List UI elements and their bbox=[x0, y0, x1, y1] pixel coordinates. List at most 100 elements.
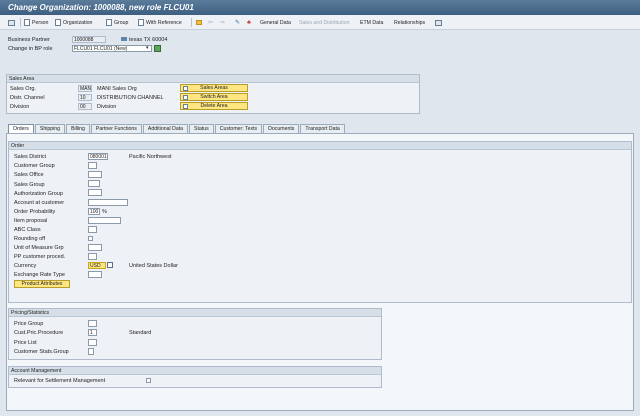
wand-icon: ✎ bbox=[235, 20, 241, 26]
sales-office-label: Sales Office bbox=[14, 172, 44, 178]
pricing-header: Pricing/Statistics bbox=[9, 309, 381, 317]
uom-grp-field[interactable] bbox=[88, 244, 102, 251]
bp-number-field[interactable]: 1000088 bbox=[72, 36, 106, 43]
product-attributes-button[interactable]: Product Attributes bbox=[14, 280, 70, 288]
distr-channel-desc: DISTRIBUTION CHANNEL bbox=[97, 95, 164, 101]
distr-channel-field[interactable]: 10 bbox=[78, 94, 92, 101]
division-field[interactable]: 00 bbox=[78, 103, 92, 110]
tab-shipping[interactable]: Shipping bbox=[34, 124, 66, 133]
sales-areas-icon bbox=[183, 86, 188, 91]
tab-additional-data[interactable]: Additional Data bbox=[142, 124, 189, 133]
account-management-header: Account Management bbox=[9, 367, 381, 375]
rounding-off-label: Rounding off bbox=[14, 236, 46, 242]
create-group-button[interactable]: Group bbox=[106, 18, 128, 27]
building-icon bbox=[121, 37, 127, 41]
create-person-button[interactable]: Person bbox=[24, 18, 48, 27]
sales-district-field[interactable]: 080001 bbox=[88, 153, 108, 160]
sales-areas-button[interactable]: Sales Areas bbox=[180, 84, 248, 92]
create-organization-button[interactable]: Organization bbox=[55, 18, 92, 27]
tab-partner-functions[interactable]: Partner Functions bbox=[90, 124, 142, 133]
sales-distribution-label: Sales and Distribution bbox=[299, 19, 350, 26]
people-button[interactable]: ♣ bbox=[247, 18, 251, 27]
order-header: Order bbox=[9, 142, 631, 150]
account-at-customer-label: Account at customer bbox=[14, 200, 65, 206]
tab-status[interactable]: Status bbox=[189, 124, 214, 133]
layout-icon bbox=[435, 19, 442, 26]
sales-org-label: Sales Org. bbox=[10, 86, 36, 92]
relevant-settlement-checkbox[interactable] bbox=[146, 378, 151, 383]
exchange-rate-type-field[interactable] bbox=[88, 271, 102, 278]
account-at-customer-field[interactable] bbox=[88, 199, 128, 206]
sales-group-label: Sales Group bbox=[14, 182, 45, 188]
confirm-role-button[interactable] bbox=[154, 45, 161, 52]
relationships-button[interactable]: Relationships bbox=[394, 18, 425, 27]
relevant-settlement-label: Relevant for Settlement Management bbox=[14, 378, 106, 384]
application-toolbar: Person Organization Group With Reference… bbox=[0, 15, 640, 30]
customer-group-field[interactable] bbox=[88, 162, 97, 169]
price-list-label: Price List bbox=[14, 340, 37, 346]
tab-billing[interactable]: Billing bbox=[66, 124, 90, 133]
open-folder-button[interactable] bbox=[196, 18, 202, 27]
value-help-icon[interactable] bbox=[107, 262, 113, 268]
cust-stats-group-label: Customer Stats.Group bbox=[14, 349, 69, 355]
etm-data-label: ETM Data bbox=[360, 19, 384, 26]
bp-role-dropdown[interactable]: FLCU01 FLCU01 (New) bbox=[72, 45, 152, 52]
sales-org-field[interactable]: MANI bbox=[78, 85, 92, 92]
sales-group-field[interactable] bbox=[88, 180, 100, 187]
document-icon bbox=[24, 19, 30, 26]
customer-group-label: Customer Group bbox=[14, 163, 55, 169]
role-label: Change in BP role bbox=[8, 46, 53, 52]
tab-transport-data[interactable]: Transport Data bbox=[300, 124, 345, 133]
folder-icon bbox=[196, 20, 202, 25]
currency-label: Currency bbox=[14, 263, 37, 269]
layout-button[interactable] bbox=[435, 18, 442, 27]
pp-cust-proc-field[interactable] bbox=[88, 253, 97, 260]
sales-district-label: Sales District bbox=[14, 154, 47, 160]
delete-area-label: Delete Area bbox=[200, 103, 228, 109]
general-data-label: General Data bbox=[260, 19, 291, 26]
with-reference-button[interactable]: With Reference bbox=[138, 18, 182, 27]
chevron-down-icon[interactable]: ▾ bbox=[146, 45, 149, 51]
general-data-button[interactable]: General Data bbox=[260, 18, 291, 27]
price-group-field[interactable] bbox=[88, 320, 97, 327]
auth-group-field[interactable] bbox=[88, 189, 102, 196]
bp-description-text: texas TX 60004 bbox=[129, 37, 168, 43]
sales-distribution-button[interactable]: Sales and Distribution bbox=[299, 18, 349, 27]
etm-data-button[interactable]: ETM Data bbox=[360, 18, 383, 27]
cust-pric-proc-field[interactable]: 1 bbox=[88, 329, 97, 336]
delete-area-button[interactable]: Delete Area bbox=[180, 102, 248, 110]
bp-label: Business Partner bbox=[8, 37, 50, 43]
create-organization-label: Organization bbox=[63, 19, 93, 26]
cust-stats-group-field[interactable] bbox=[88, 348, 94, 355]
settings-button[interactable]: ✎ bbox=[235, 18, 240, 27]
abc-class-field[interactable] bbox=[88, 226, 97, 233]
switch-area-icon bbox=[183, 95, 188, 100]
previous-button[interactable]: ⇦ bbox=[208, 18, 213, 27]
cust-pric-proc-label: Cust.Pric.Procedure bbox=[14, 330, 64, 336]
auth-group-label: Authorization Group bbox=[14, 191, 63, 197]
create-person-label: Person bbox=[32, 19, 49, 26]
item-proposal-field[interactable] bbox=[88, 217, 121, 224]
sales-office-field[interactable] bbox=[88, 171, 102, 178]
price-list-field[interactable] bbox=[88, 339, 97, 346]
tab-customer-texts[interactable]: Customer: Texts bbox=[214, 124, 263, 133]
document-icon bbox=[138, 19, 144, 26]
tab-strip: Orders Shipping Billing Partner Function… bbox=[8, 124, 346, 134]
abc-class-label: ABC Class bbox=[14, 227, 41, 233]
sales-org-desc: MANI Sales Org bbox=[97, 86, 137, 92]
rounding-off-checkbox[interactable] bbox=[88, 236, 93, 241]
create-group-label: Group bbox=[114, 19, 129, 26]
arrow-right-icon: ⇨ bbox=[220, 20, 226, 26]
page-title: Change Organization: 1000088, new role F… bbox=[8, 3, 194, 12]
cust-pric-proc-desc: Standard bbox=[129, 330, 152, 336]
display-change-button[interactable] bbox=[8, 18, 15, 27]
next-button[interactable]: ⇨ bbox=[220, 18, 225, 27]
switch-area-button[interactable]: Switch Area bbox=[180, 93, 248, 101]
tab-documents[interactable]: Documents bbox=[263, 124, 300, 133]
distr-channel-label: Distr. Channel bbox=[10, 95, 45, 101]
arrow-left-icon: ⇦ bbox=[208, 20, 214, 26]
currency-field[interactable]: USD bbox=[88, 262, 106, 269]
division-label: Division bbox=[10, 104, 30, 110]
with-reference-label: With Reference bbox=[146, 19, 182, 26]
order-prob-field[interactable]: 100 bbox=[88, 208, 100, 215]
